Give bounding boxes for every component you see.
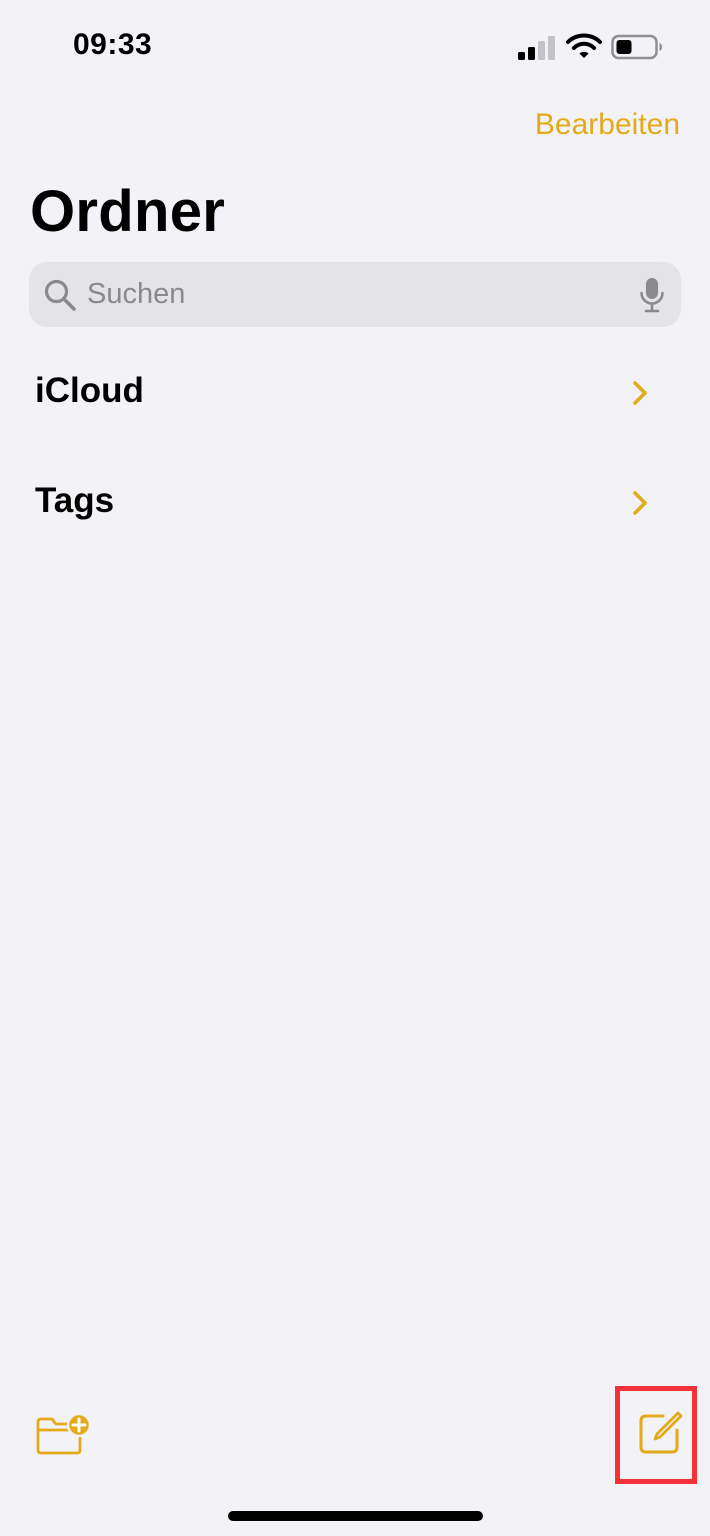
search-bar[interactable] [29,262,681,327]
search-icon [44,279,76,311]
cellular-signal-icon [518,36,555,60]
compose-note-icon[interactable] [637,1410,683,1456]
wifi-icon [566,33,602,58]
folder-row-label: iCloud [35,371,144,410]
folder-row-label: Tags [35,481,115,520]
page-title: Ordner [30,179,226,244]
home-indicator [228,1511,483,1521]
status-time: 09:33 [73,28,153,61]
chevron-right-icon [633,491,647,515]
status-bar: 09:33 [0,0,710,95]
edit-button[interactable]: Bearbeiten [535,108,680,142]
new-folder-icon[interactable] [34,1410,94,1456]
folder-row-tags[interactable]: Tags [0,455,710,555]
folder-row-icloud[interactable]: iCloud [0,345,710,445]
search-input[interactable] [87,262,627,327]
battery-icon [611,34,662,60]
chevron-right-icon [633,381,647,405]
microphone-icon[interactable] [639,277,665,313]
